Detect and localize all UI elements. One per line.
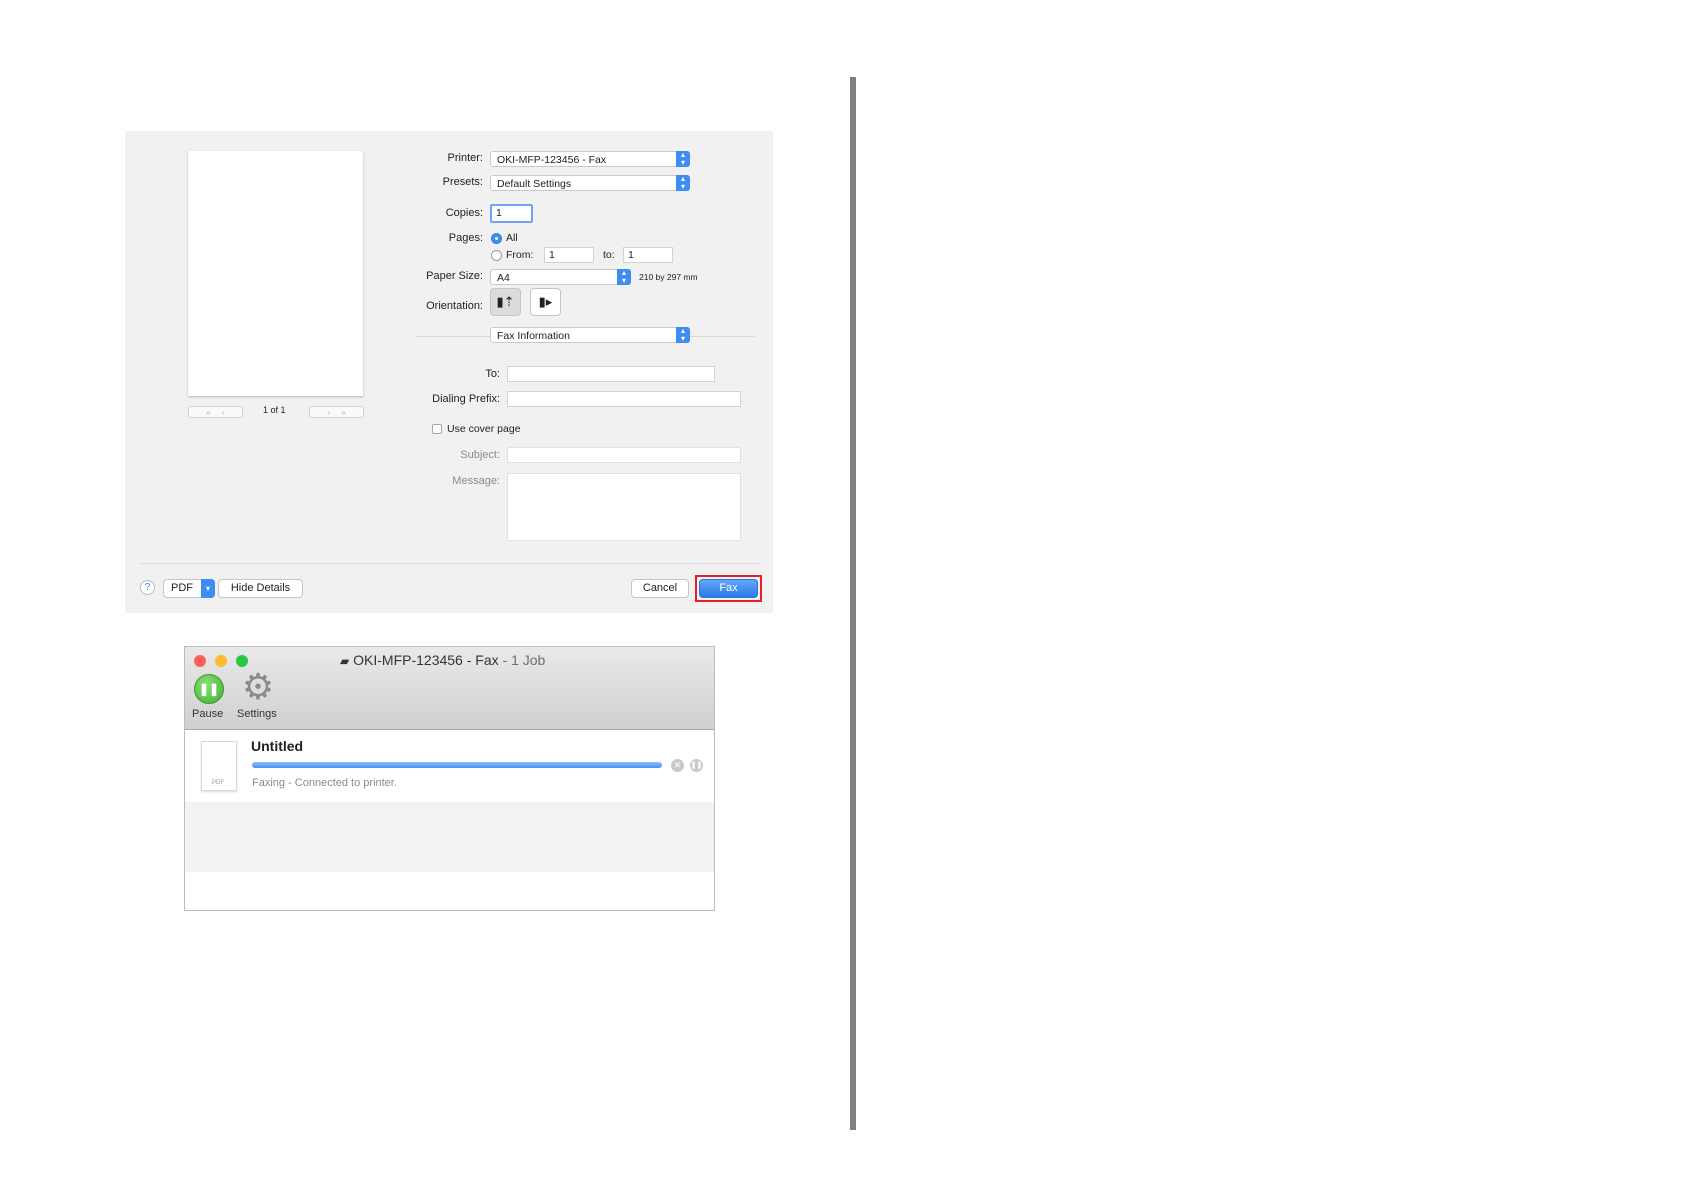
help-button[interactable]: ? xyxy=(140,580,155,595)
pause-icon: ❚❚ xyxy=(198,682,220,696)
portrait-orientation-button[interactable]: ▮⇡ xyxy=(490,288,521,316)
gear-icon: ⚙ xyxy=(241,666,275,707)
settings-label: Settings xyxy=(237,708,277,720)
pages-all-radio[interactable] xyxy=(491,233,502,244)
subject-label: Subject: xyxy=(460,449,500,461)
document-icon: PDF xyxy=(201,741,237,791)
copies-input[interactable]: 1 xyxy=(490,204,533,223)
pages-label: Pages: xyxy=(448,232,483,244)
paper-size-value: A4 xyxy=(497,272,510,284)
message-textarea[interactable] xyxy=(507,473,741,541)
chevron-updown-icon: ▴ ▾ xyxy=(676,151,690,167)
footer-divider xyxy=(140,563,760,564)
last-page-icon[interactable]: » xyxy=(341,408,345,417)
dialing-prefix-input[interactable] xyxy=(507,391,741,407)
pause-button[interactable]: ❚❚ xyxy=(194,674,224,704)
window-subtitle: - 1 Job xyxy=(502,652,546,668)
job-name: Untitled xyxy=(251,738,304,754)
message-label: Message: xyxy=(452,475,500,487)
paper-size-label: Paper Size: xyxy=(426,270,483,282)
cancel-job-button[interactable]: ✕ xyxy=(671,759,684,772)
close-icon: ✕ xyxy=(673,760,682,770)
pages-to-label: to: xyxy=(603,249,615,261)
section-value: Fax Information xyxy=(497,330,570,342)
settings-button[interactable]: ⚙ xyxy=(240,669,276,705)
pages-to-input[interactable]: 1 xyxy=(623,247,673,263)
paper-size-select[interactable]: A4 ▴ ▾ xyxy=(490,269,631,285)
printer-select[interactable]: OKI-MFP-123456 - Fax ▴ ▾ xyxy=(490,151,690,167)
chevron-updown-icon: ▴ ▾ xyxy=(676,327,690,343)
section-select[interactable]: Fax Information ▴ ▾ xyxy=(490,327,690,343)
cover-page-checkbox[interactable] xyxy=(432,424,442,434)
fax-to-input[interactable] xyxy=(507,366,715,382)
window-title: OKI-MFP-123456 - Fax xyxy=(353,652,499,668)
presets-select[interactable]: Default Settings ▴ ▾ xyxy=(490,175,690,191)
first-page-icon[interactable]: « xyxy=(206,408,210,417)
prev-page-icon[interactable]: ‹ xyxy=(222,408,225,417)
page-preview xyxy=(188,151,363,396)
job-status: Faxing - Connected to printer. xyxy=(252,777,397,789)
queue-toolbar: ▰ OKI-MFP-123456 - Fax - 1 Job ❚❚ Pause … xyxy=(185,647,714,730)
landscape-orientation-icon: ▮▸ xyxy=(538,294,553,309)
landscape-orientation-button[interactable]: ▮▸ xyxy=(530,288,561,316)
job-progress-track xyxy=(252,762,662,768)
pause-label: Pause xyxy=(192,708,224,720)
subject-input[interactable] xyxy=(507,447,741,463)
file-badge: PDF xyxy=(212,780,224,786)
hide-details-button[interactable]: Hide Details xyxy=(218,579,303,598)
pages-all-label: All xyxy=(506,232,518,244)
pages-from-label: From: xyxy=(506,249,534,261)
chevron-updown-icon: ▴ ▾ xyxy=(676,175,690,191)
copies-label: Copies: xyxy=(445,207,483,219)
preview-prev-controls[interactable]: « ‹ xyxy=(188,406,243,418)
chevron-down-icon: ▾ xyxy=(201,579,215,598)
printer-label: Printer: xyxy=(447,152,483,164)
window-title-group: ▰ OKI-MFP-123456 - Fax - 1 Job xyxy=(340,652,545,668)
chevron-updown-icon: ▴ ▾ xyxy=(617,269,631,285)
dialing-prefix-label: Dialing Prefix: xyxy=(432,393,500,405)
fax-button[interactable]: Fax xyxy=(699,579,758,598)
pages-from-input[interactable]: 1 xyxy=(544,247,594,263)
printer-icon: ▰ xyxy=(340,654,350,668)
empty-row xyxy=(185,872,714,910)
help-icon: ? xyxy=(144,582,151,593)
minimize-window-button[interactable] xyxy=(215,655,227,667)
portrait-orientation-icon: ▮⇡ xyxy=(496,294,515,309)
pause-icon: ❚❚ xyxy=(690,762,703,769)
preview-next-controls[interactable]: › » xyxy=(309,406,364,418)
fax-to-label: To: xyxy=(485,368,500,380)
presets-label: Presets: xyxy=(442,176,483,188)
next-page-icon[interactable]: › xyxy=(327,408,330,417)
job-progress-fill xyxy=(252,762,662,768)
orientation-label: Orientation: xyxy=(426,300,483,312)
empty-row xyxy=(185,802,714,872)
close-window-button[interactable] xyxy=(194,655,206,667)
pdf-menu-button[interactable]: PDF ▾ xyxy=(163,579,215,598)
hold-job-button[interactable]: ❚❚ xyxy=(690,759,703,772)
page-divider xyxy=(850,77,856,1130)
presets-value: Default Settings xyxy=(497,178,572,190)
page-indicator: 1 of 1 xyxy=(263,405,286,415)
cancel-button[interactable]: Cancel xyxy=(631,579,689,598)
pdf-label: PDF xyxy=(171,582,193,594)
cover-page-label: Use cover page xyxy=(447,423,521,435)
printer-value: OKI-MFP-123456 - Fax xyxy=(497,154,607,166)
pages-range-radio[interactable] xyxy=(491,250,502,261)
paper-dimensions: 210 by 297 mm xyxy=(639,272,698,282)
print-queue-window: ▰ OKI-MFP-123456 - Fax - 1 Job ❚❚ Pause … xyxy=(184,646,715,911)
job-row[interactable]: PDF Untitled ✕ ❚❚ Faxing - Connected to … xyxy=(185,730,714,802)
print-dialog: « ‹ 1 of 1 › » Printer: OKI-MFP-123456 -… xyxy=(125,131,773,613)
